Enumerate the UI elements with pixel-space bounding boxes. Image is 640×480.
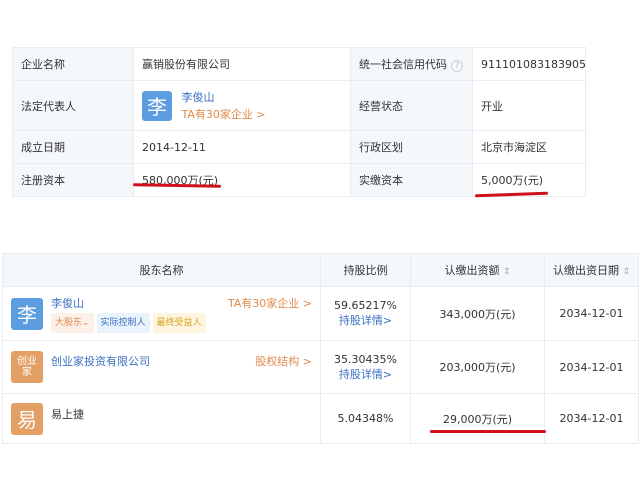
- header-ratio: 持股比例: [320, 253, 411, 287]
- table-header: 股东名称 持股比例 认缴出资额 ⇕ 认缴出资日期 ⇕: [2, 253, 639, 287]
- legal-rep-cell: 李 李俊山 TA有30家企业 >: [133, 80, 351, 131]
- sort-icon[interactable]: ⇕: [622, 267, 630, 277]
- credit-code-label-text: 统一社会信用代码: [359, 58, 447, 71]
- amount: 343,000万(元): [410, 286, 545, 341]
- legal-rep-name-link[interactable]: 李俊山: [182, 89, 266, 106]
- region-label: 行政区划: [350, 130, 473, 164]
- legal-rep-companies-link[interactable]: TA有30家企业 >: [182, 106, 266, 123]
- header-date-text: 认缴出资日期: [552, 264, 619, 277]
- table-row: 创业家 创业家投资有限公司 股权结构 > 35.30435% 持股详情> 203,0…: [2, 340, 639, 394]
- date: 2034-12-01: [544, 286, 639, 341]
- shareholder-companies-link[interactable]: TA有30家企业 >: [228, 295, 312, 313]
- amount: 203,000万(元): [410, 340, 545, 394]
- header-amount[interactable]: 认缴出资额 ⇕: [410, 253, 545, 287]
- equity-structure-link[interactable]: 股权结构 >: [255, 353, 312, 369]
- shareholder-name-link[interactable]: 创业家投资有限公司: [51, 353, 150, 369]
- status: 开业: [472, 80, 586, 131]
- region: 北京市海淀区: [472, 130, 586, 164]
- legal-rep-label: 法定代表人: [12, 80, 134, 131]
- ratio: 59.65217%: [334, 299, 397, 312]
- header-date[interactable]: 认缴出资日期 ⇕: [544, 253, 639, 287]
- date: 2034-12-01: [544, 340, 639, 394]
- reg-capital-label: 注册资本: [12, 163, 134, 197]
- shareholder-avatar: 创业家: [11, 351, 43, 383]
- shareholder-avatar: 易: [11, 402, 43, 435]
- tag-major-shareholder[interactable]: 大股东⌄: [51, 312, 94, 333]
- company-info-table: 企业名称 赢销股份有限公司 统一社会信用代码? 9111010831839057…: [12, 47, 586, 197]
- table-row: 李 李俊山 TA有30家企业 > 大股东⌄ 实际控制人 最终受益人 59.65217%…: [2, 286, 639, 341]
- table-row: 易 易上捷 5.04348% 29,000万(元) 2034-12-01: [2, 393, 639, 444]
- date: 2034-12-01: [544, 393, 639, 444]
- holding-detail-link[interactable]: 持股详情>: [329, 366, 402, 382]
- ratio: 35.30435%: [334, 352, 397, 366]
- status-label: 经营状态: [350, 80, 473, 131]
- shareholder-cell: 易 易上捷: [2, 393, 321, 444]
- company-name: 赢销股份有限公司: [133, 47, 351, 81]
- legal-rep-avatar: 李: [142, 90, 172, 121]
- ratio-cell: 59.65217% 持股详情>: [320, 286, 411, 341]
- reg-capital: 580,000万(元): [133, 163, 351, 197]
- founded-label: 成立日期: [12, 130, 134, 164]
- tag-actual-controller: 实际控制人: [96, 312, 150, 333]
- shareholder-avatar: 李: [11, 297, 43, 330]
- ratio: 5.04348%: [320, 393, 411, 444]
- company-name-label: 企业名称: [12, 47, 134, 81]
- tag-beneficiary: 最终受益人: [152, 312, 206, 333]
- shareholder-name: 易上捷: [51, 407, 84, 421]
- sort-icon[interactable]: ⇕: [503, 267, 511, 277]
- shareholder-cell: 李 李俊山 TA有30家企业 > 大股东⌄ 实际控制人 最终受益人: [2, 286, 321, 341]
- header-amount-text: 认缴出资额: [444, 264, 500, 277]
- paid-capital-label: 实缴资本: [350, 163, 473, 197]
- shareholder-name-link[interactable]: 李俊山: [51, 295, 84, 313]
- founded: 2014-12-11: [133, 130, 351, 164]
- amount: 29,000万(元): [410, 393, 545, 444]
- header-name: 股东名称: [2, 253, 321, 287]
- shareholders-table: 股东名称 持股比例 认缴出资额 ⇕ 认缴出资日期 ⇕ 李 李俊山 TA有30家企业…: [2, 253, 639, 444]
- holding-detail-link[interactable]: 持股详情>: [329, 312, 402, 328]
- credit-code-label: 统一社会信用代码?: [350, 47, 473, 81]
- red-underline-annotation: [430, 430, 546, 433]
- credit-code: 9111010831839057: [472, 47, 586, 81]
- ratio-cell: 35.30435% 持股详情>: [320, 340, 411, 394]
- shareholder-cell: 创业家 创业家投资有限公司 股权结构 >: [2, 340, 321, 394]
- help-icon[interactable]: ?: [451, 60, 463, 72]
